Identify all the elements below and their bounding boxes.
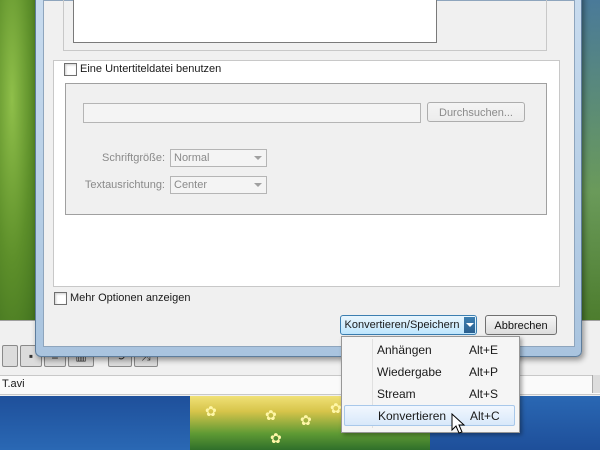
background-sky-left bbox=[0, 395, 190, 450]
file-list-box[interactable] bbox=[73, 0, 437, 43]
font-size-label: Schriftgröße: bbox=[102, 152, 165, 164]
flower-icon: ✿ bbox=[265, 407, 277, 423]
background-tree bbox=[0, 0, 40, 330]
chevron-down-icon bbox=[254, 183, 262, 187]
menu-item-label: Konvertieren bbox=[378, 409, 447, 423]
menu-item-convert[interactable]: Konvertieren Alt+C bbox=[344, 405, 515, 426]
flower-icon: ✿ bbox=[270, 430, 282, 446]
flower-icon: ✿ bbox=[330, 400, 342, 416]
more-options-label: Mehr Optionen anzeigen bbox=[70, 292, 191, 304]
convert-save-split-button[interactable]: Konvertieren/Speichern bbox=[340, 315, 477, 335]
flower-icon: ✿ bbox=[205, 403, 217, 419]
alignment-value: Center bbox=[174, 179, 208, 191]
menu-item-append[interactable]: Anhängen Alt+E bbox=[344, 340, 515, 361]
menu-item-shortcut: Alt+E bbox=[469, 343, 499, 357]
chevron-down-icon bbox=[254, 156, 262, 160]
alignment-select[interactable]: Center bbox=[170, 176, 267, 194]
cancel-button[interactable]: Abbrechen bbox=[485, 315, 557, 335]
status-bar-button[interactable] bbox=[592, 375, 600, 393]
font-size-value: Normal bbox=[174, 152, 210, 164]
menu-item-label: Wiedergabe bbox=[377, 365, 442, 379]
alignment-label: Textausrichtung: bbox=[84, 179, 165, 191]
use-subtitle-label: Eine Untertiteldatei benutzen bbox=[80, 63, 222, 75]
menu-item-shortcut: Alt+C bbox=[470, 409, 500, 423]
stop-button[interactable] bbox=[2, 345, 18, 367]
menu-item-shortcut: Alt+P bbox=[469, 365, 499, 379]
caret-down-icon bbox=[466, 323, 474, 327]
menu-item-stream[interactable]: Stream Alt+S bbox=[344, 384, 515, 405]
use-subtitle-checkbox[interactable] bbox=[64, 63, 77, 76]
status-filename: T.avi bbox=[2, 378, 25, 390]
convert-save-dropdown-arrow[interactable] bbox=[464, 317, 475, 333]
subtitle-file-input[interactable] bbox=[83, 103, 421, 123]
flower-icon: ✿ bbox=[300, 412, 312, 428]
browse-button[interactable]: Durchsuchen... bbox=[427, 102, 525, 122]
menu-item-label: Stream bbox=[377, 387, 416, 401]
mouse-pointer-icon bbox=[451, 413, 466, 434]
convert-options-menu: Anhängen Alt+E Wiedergabe Alt+P Stream A… bbox=[341, 336, 520, 433]
menu-item-label: Anhängen bbox=[377, 343, 432, 357]
menu-item-play[interactable]: Wiedergabe Alt+P bbox=[344, 362, 515, 383]
convert-save-button[interactable]: Konvertieren/Speichern bbox=[341, 316, 463, 334]
font-size-select[interactable]: Normal bbox=[170, 149, 267, 167]
menu-item-shortcut: Alt+S bbox=[469, 387, 499, 401]
more-options-checkbox[interactable] bbox=[54, 292, 67, 305]
